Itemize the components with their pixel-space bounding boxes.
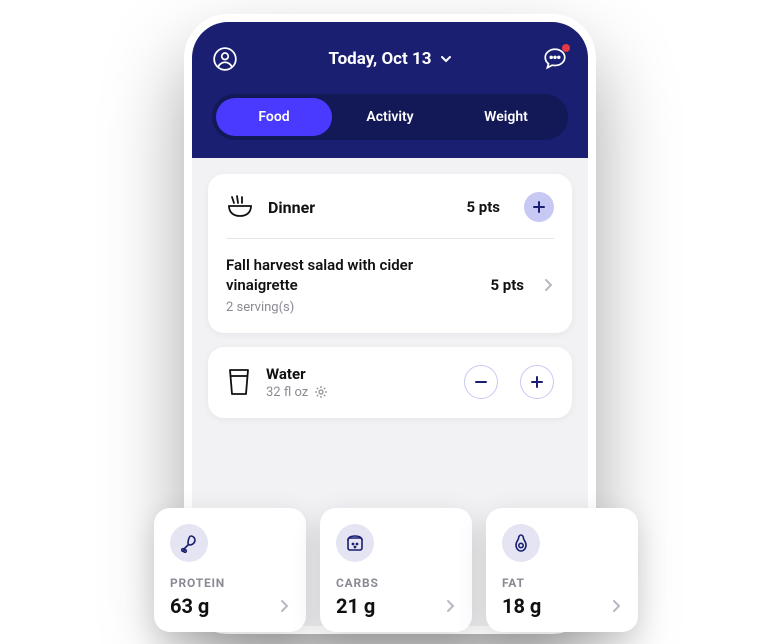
chevron-right-icon bbox=[612, 599, 622, 613]
food-item[interactable]: Fall harvest salad with cider vinaigrett… bbox=[226, 255, 554, 315]
bowl-icon bbox=[226, 193, 254, 221]
water-plus-button[interactable] bbox=[520, 365, 554, 399]
water-card: Water 32 fl oz bbox=[208, 347, 572, 418]
tab-food[interactable]: Food bbox=[216, 98, 332, 136]
minus-icon bbox=[474, 375, 488, 389]
water-amount: 32 fl oz bbox=[266, 385, 308, 400]
food-servings: 2 serving(s) bbox=[226, 300, 480, 315]
avocado-icon bbox=[502, 524, 540, 562]
macros-row: PROTEIN 63 g CARBS 21 g FAT 18 g bbox=[154, 508, 638, 632]
meal-header: Dinner 5 pts bbox=[226, 192, 554, 222]
chat-icon[interactable] bbox=[542, 46, 568, 72]
meal-points: 5 pts bbox=[466, 198, 500, 216]
meal-card: Dinner 5 pts Fall harvest salad with cid… bbox=[208, 174, 572, 333]
tab-activity[interactable]: Activity bbox=[332, 98, 448, 136]
tab-bar: Food Activity Weight bbox=[212, 94, 568, 140]
water-minus-button[interactable] bbox=[464, 365, 498, 399]
divider bbox=[226, 238, 554, 239]
notification-dot bbox=[562, 44, 570, 52]
food-info: Fall harvest salad with cider vinaigrett… bbox=[226, 255, 480, 315]
macro-value: 21 g bbox=[336, 594, 375, 618]
macro-fat[interactable]: FAT 18 g bbox=[486, 508, 638, 632]
water-row: Water 32 fl oz bbox=[226, 365, 554, 400]
macro-label: PROTEIN bbox=[170, 576, 290, 590]
add-food-button[interactable] bbox=[524, 192, 554, 222]
chevron-right-icon bbox=[544, 278, 554, 292]
macro-protein[interactable]: PROTEIN 63 g bbox=[154, 508, 306, 632]
water-info: Water 32 fl oz bbox=[266, 365, 442, 400]
macro-label: FAT bbox=[502, 576, 622, 590]
macro-label: CARBS bbox=[336, 576, 456, 590]
chevron-right-icon bbox=[280, 599, 290, 613]
bread-icon bbox=[336, 524, 374, 562]
tab-weight[interactable]: Weight bbox=[448, 98, 564, 136]
gear-icon[interactable] bbox=[314, 385, 328, 399]
top-bar: Today, Oct 13 bbox=[212, 46, 568, 72]
date-selector[interactable]: Today, Oct 13 bbox=[328, 49, 451, 69]
water-subtitle: 32 fl oz bbox=[266, 385, 442, 400]
food-points: 5 pts bbox=[490, 276, 524, 294]
chevron-right-icon bbox=[446, 599, 456, 613]
profile-icon[interactable] bbox=[212, 46, 238, 72]
date-label: Today, Oct 13 bbox=[328, 49, 431, 69]
app-header: Today, Oct 13 Food Activity Weight bbox=[192, 22, 588, 158]
macro-value: 18 g bbox=[502, 594, 541, 618]
macro-carbs[interactable]: CARBS 21 g bbox=[320, 508, 472, 632]
food-name: Fall harvest salad with cider vinaigrett… bbox=[226, 255, 480, 296]
drumstick-icon bbox=[170, 524, 208, 562]
plus-icon bbox=[530, 375, 544, 389]
chevron-down-icon bbox=[440, 53, 452, 65]
water-title: Water bbox=[266, 365, 442, 383]
meal-title: Dinner bbox=[268, 198, 452, 217]
macro-value: 63 g bbox=[170, 594, 209, 618]
cup-icon bbox=[226, 367, 252, 397]
plus-icon bbox=[532, 200, 546, 214]
content-area: Dinner 5 pts Fall harvest salad with cid… bbox=[192, 158, 588, 448]
